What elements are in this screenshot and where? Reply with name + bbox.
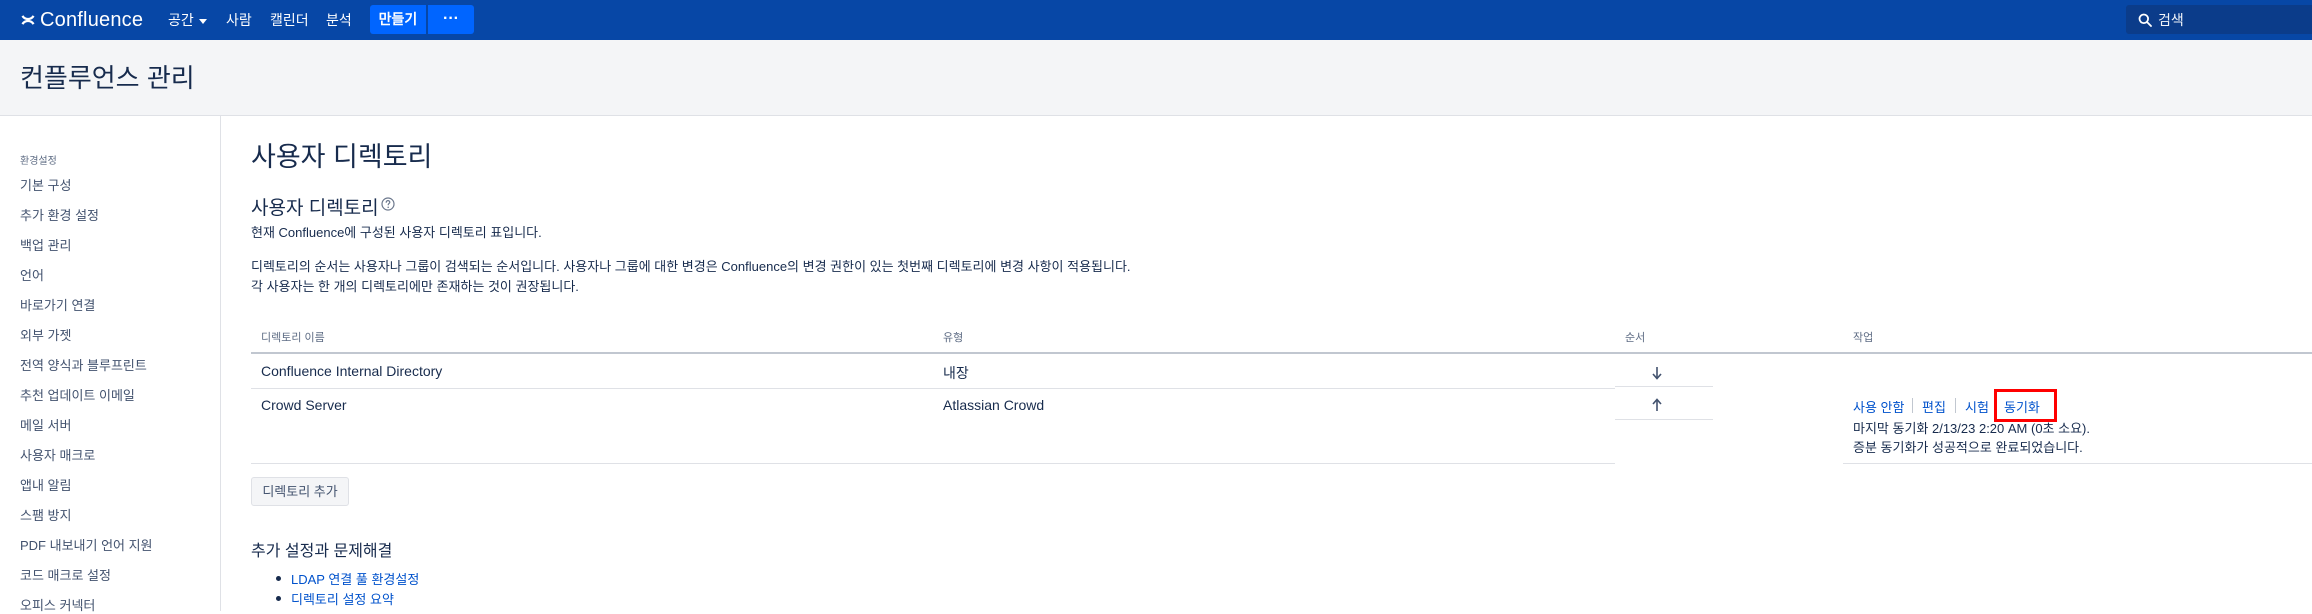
sidebar-item-pdf-export-language[interactable]: PDF 내보내기 언어 지원: [20, 535, 153, 554]
arrow-down-icon[interactable]: [1651, 366, 1663, 380]
top-navigation-bar: Confluence 공간 사람 캘린더 분석 만들기 ···: [0, 0, 2312, 40]
directory-type: 내장: [943, 365, 969, 381]
action-separator: [1912, 398, 1913, 413]
sidebar-item-external-gadgets[interactable]: 외부 가젯: [20, 325, 71, 344]
sidebar-item-languages[interactable]: 언어: [20, 265, 44, 284]
sidebar-item-shortcut-links[interactable]: 바로가기 연결: [20, 295, 95, 314]
action-separator: [1955, 398, 1956, 413]
column-header-order: 순서: [1625, 332, 1646, 344]
sidebar-item-in-app-notifications[interactable]: 앱내 알림: [20, 475, 71, 494]
search-input[interactable]: [2158, 9, 2308, 30]
sidebar-item-backup[interactable]: 백업 관리: [20, 235, 71, 254]
sidebar-item-office-connector[interactable]: 오피스 커넥터: [20, 595, 95, 614]
last-sync-info: 마지막 동기화 2/13/23 2:20 AM (0초 소요).: [1853, 421, 2090, 436]
test-link[interactable]: 시험: [1965, 397, 1989, 416]
sidebar-item-code-macro[interactable]: 코드 매크로 설정: [20, 565, 111, 584]
directory-config-summary-link[interactable]: 디렉토리 설정 요약: [291, 589, 394, 608]
nav-people[interactable]: 사람: [226, 0, 252, 40]
search-box[interactable]: [2126, 5, 2312, 34]
page-title: 사용자 디렉토리: [251, 142, 433, 172]
logo-text: Confluence: [40, 8, 144, 31]
admin-title: 컨플루언스 관리: [20, 63, 195, 93]
chevron-down-icon: [198, 18, 207, 24]
row-divider: [1615, 419, 1713, 420]
row-divider: [251, 388, 1615, 389]
admin-header: 컨플루언스 관리: [0, 40, 2312, 116]
table-header-divider: [251, 352, 2312, 354]
column-header-name: 디렉토리 이름: [261, 332, 325, 344]
search-icon: [2138, 13, 2152, 27]
list-bullet: [276, 576, 281, 581]
create-more-button[interactable]: ···: [428, 5, 474, 34]
question-circle-icon[interactable]: [381, 197, 395, 211]
sync-status-info: 증분 동기화가 성공적으로 완료되었습니다.: [1853, 440, 2083, 455]
directory-name: Confluence Internal Directory: [261, 363, 443, 379]
column-header-actions: 작업: [1853, 332, 1874, 344]
sidebar-item-global-templates[interactable]: 전역 양식과 블루프린트: [20, 355, 147, 374]
sidebar-item-spam-prevention[interactable]: 스팸 방지: [20, 505, 71, 524]
order-note-1: 디렉토리의 순서는 사용자나 그룹이 검색되는 순서입니다. 사용자나 그룹에 …: [251, 259, 1131, 274]
directory-name: Crowd Server: [261, 397, 347, 413]
create-button[interactable]: 만들기: [370, 5, 426, 34]
order-note-2: 각 사용자는 한 개의 디렉토리에만 존재하는 것이 권장됩니다.: [251, 279, 579, 294]
nav-spaces-label: 공간: [168, 12, 194, 28]
directory-type: Atlassian Crowd: [943, 397, 1045, 413]
row-divider: [251, 463, 1615, 464]
section-title: 사용자 디렉토리: [251, 198, 379, 219]
admin-sidebar: 환경설정 기본 구성 추가 환경 설정 백업 관리 언어 바로가기 연결 외부 …: [0, 116, 221, 614]
sidebar-item-user-macros[interactable]: 사용자 매크로: [20, 445, 95, 464]
sidebar-item-recommended-updates[interactable]: 추천 업데이트 이메일: [20, 385, 135, 404]
sidebar-item-further-config[interactable]: 추가 환경 설정: [20, 205, 99, 224]
row-divider: [1615, 386, 1713, 387]
more-settings-title: 추가 설정과 문제해결: [251, 543, 393, 560]
edit-link[interactable]: 편집: [1922, 397, 1946, 416]
list-bullet: [276, 596, 281, 601]
sidebar-item-general-config[interactable]: 기본 구성: [20, 175, 71, 194]
nav-spaces[interactable]: 공간: [168, 0, 207, 40]
column-header-type: 유형: [943, 332, 964, 344]
ldap-pool-config-link[interactable]: LDAP 연결 풀 환경설정: [291, 569, 419, 588]
row-divider: [1843, 463, 2312, 464]
sidebar-section-label: 환경설정: [20, 156, 57, 167]
confluence-logo[interactable]: Confluence: [20, 8, 143, 32]
add-directory-button[interactable]: 디렉토리 추가: [251, 477, 349, 506]
arrow-up-icon[interactable]: [1651, 398, 1663, 412]
nav-analytics[interactable]: 분석: [326, 0, 352, 40]
confluence-x-icon: [21, 15, 35, 25]
nav-calendars[interactable]: 캘린더: [270, 0, 309, 40]
intro-text: 현재 Confluence에 구성된 사용자 디렉토리 표입니다.: [251, 225, 542, 240]
sidebar-item-mail-servers[interactable]: 메일 서버: [20, 415, 71, 434]
disable-link[interactable]: 사용 안함: [1853, 397, 1904, 416]
